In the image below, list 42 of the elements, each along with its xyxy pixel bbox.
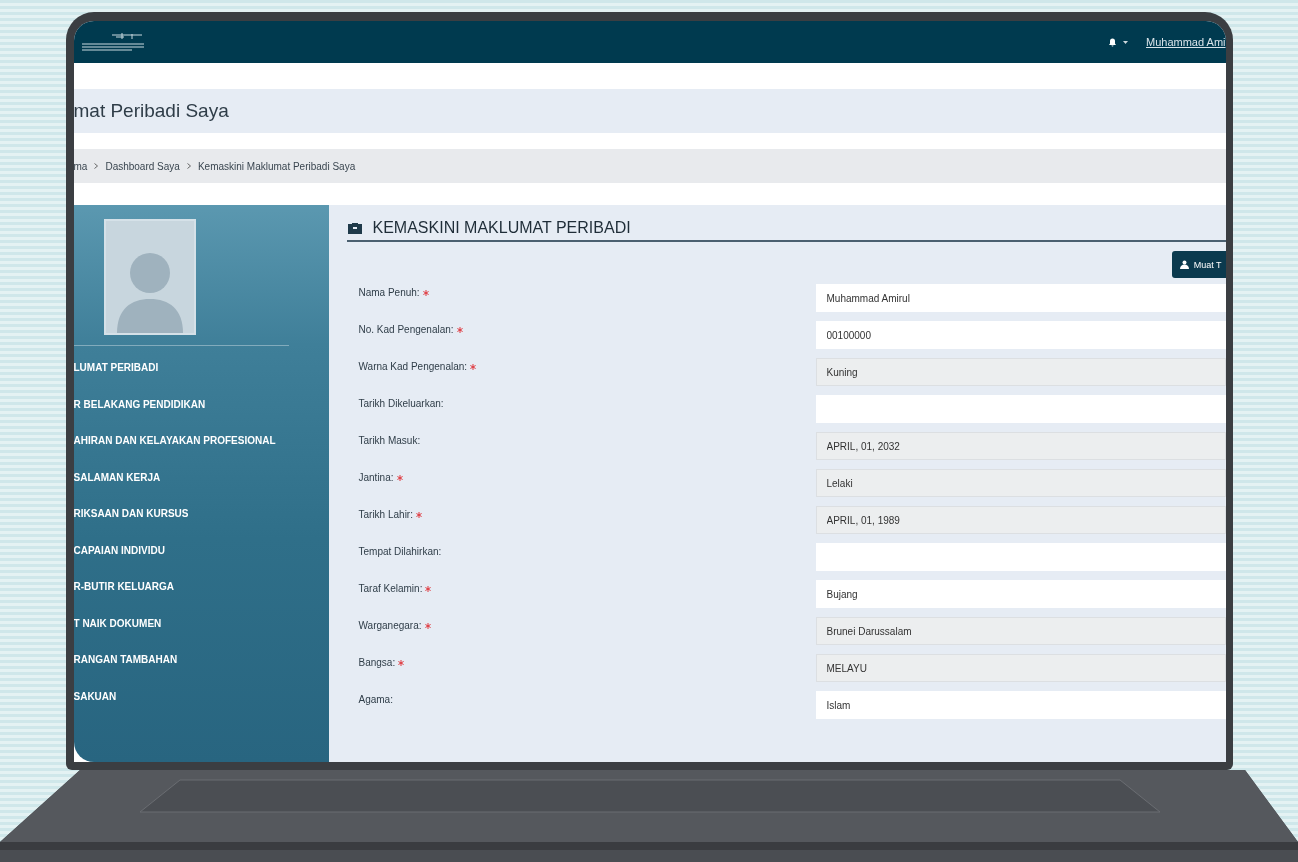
sidebar-menu-item[interactable]: R-BUTIR KELUARGA bbox=[73, 569, 329, 606]
field-label: Tempat Dilahirkan: bbox=[357, 545, 443, 557]
sidebar-menu-item[interactable]: R BELAKANG PENDIDIKAN bbox=[73, 386, 329, 423]
field-label: Taraf Kelamin: bbox=[346, 580, 816, 594]
breadcrumb-link[interactable]: Kemaskini Maklumat Peribadi Saya bbox=[197, 160, 356, 172]
user-icon bbox=[1179, 260, 1189, 269]
briefcase-icon bbox=[346, 221, 363, 235]
breadcrumb-link[interactable]: Dashboard Saya bbox=[105, 160, 180, 172]
sidebar-menu-item[interactable]: RANGAN TAMBAHAN bbox=[73, 642, 329, 679]
field-label: Tarikh Lahir: bbox=[346, 506, 816, 520]
notification-bell-icon[interactable] bbox=[1108, 37, 1117, 47]
chevron-icon bbox=[186, 163, 191, 169]
sidebar-menu-item[interactable]: T NAIK DOKUMEN bbox=[73, 605, 329, 642]
upload-button[interactable]: Muat T bbox=[1171, 251, 1226, 278]
logo-drawing bbox=[81, 31, 144, 53]
field-label: Jantina: bbox=[346, 469, 816, 483]
text-field[interactable]: Muhammad Amirul bbox=[815, 284, 1226, 312]
sidebar-menu-item[interactable]: RIKSAAN DAN KURSUS bbox=[73, 496, 329, 533]
sidebar-menu-item[interactable]: LUMAT PERIBADI bbox=[73, 350, 329, 387]
section-title: KEMASKINI MAKLUMAT PERIBADI bbox=[372, 219, 631, 237]
sidebar-menu-item[interactable]: CAPAIAN INDIVIDU bbox=[73, 532, 329, 569]
sidebar-menu-item[interactable]: SAKUAN bbox=[73, 678, 329, 715]
sidebar-menu-item[interactable]: AHIRAN DAN KELAYAKAN PROFESIONAL bbox=[73, 423, 329, 460]
text-field[interactable] bbox=[815, 395, 1226, 423]
field-label: Warna Kad Pengenalan: bbox=[346, 358, 816, 372]
caret-icon[interactable] bbox=[1123, 40, 1128, 44]
text-field[interactable] bbox=[815, 543, 1226, 571]
chevron-icon bbox=[94, 163, 99, 169]
field-label: No. Kad Pengenalan: bbox=[346, 321, 816, 335]
breadcrumb-link[interactable]: ma bbox=[73, 160, 88, 172]
field-label: Warganegara: bbox=[346, 617, 816, 631]
sidebar-menu-item[interactable]: SALAMAN KERJA bbox=[73, 459, 329, 496]
page-title: mat Peribadi Saya bbox=[73, 100, 229, 122]
field-label: Nama Penuh: bbox=[346, 284, 816, 298]
text-field[interactable]: Bujang bbox=[815, 580, 1226, 608]
field-label: Agama: bbox=[357, 693, 394, 705]
text-field[interactable]: Islam bbox=[815, 691, 1226, 719]
field-label: Tarikh Dikeluarkan: bbox=[357, 397, 445, 409]
user-name-link[interactable]: Muhammad Ami bbox=[1146, 36, 1226, 48]
field-label: Tarikh Masuk: bbox=[357, 434, 422, 446]
field-label: Bangsa: bbox=[346, 654, 816, 668]
text-field[interactable]: 00100000 bbox=[815, 321, 1226, 349]
